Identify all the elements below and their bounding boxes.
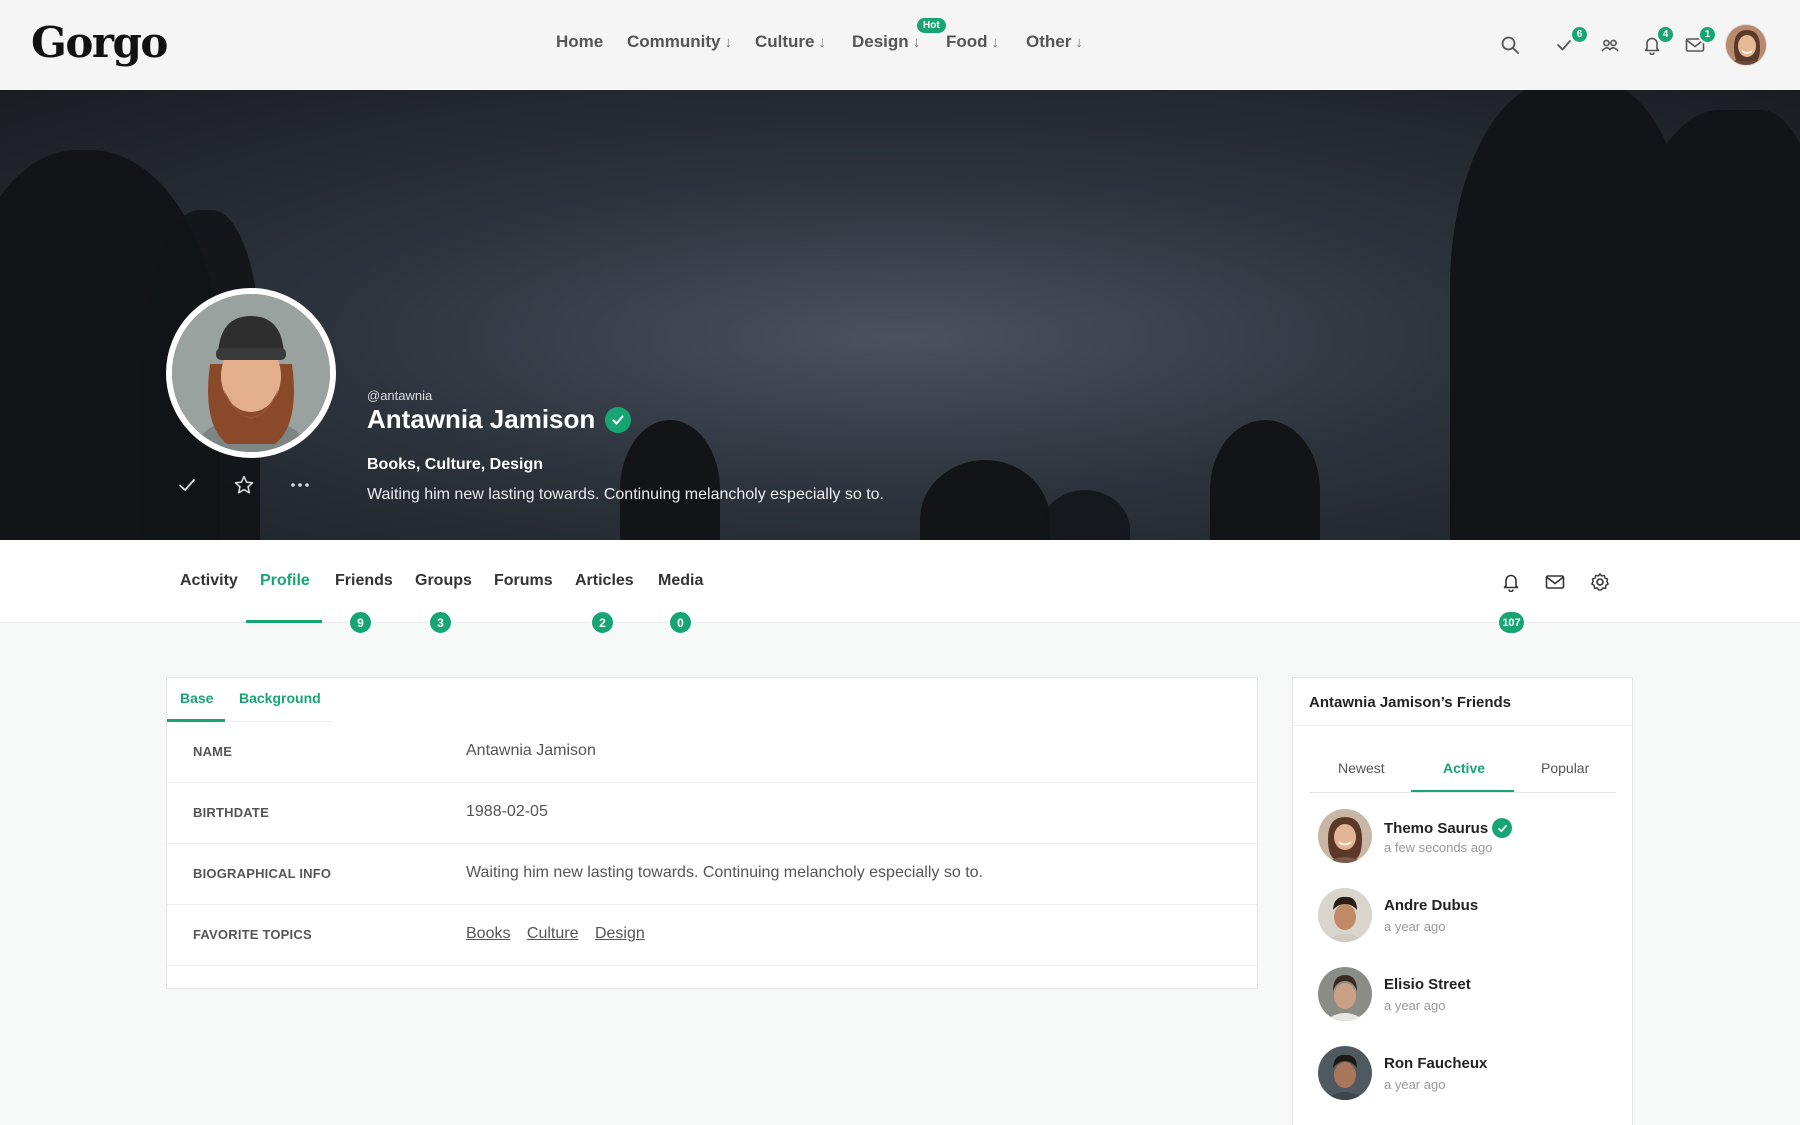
detail-label: BIOGRAPHICAL INFO <box>193 866 332 881</box>
main-nav: Home Community ↓ Culture ↓ Design ↓ Food ↓ O… <box>0 32 1800 56</box>
nav-culture[interactable]: Culture ↓ <box>755 32 826 52</box>
groups-count-badge: 3 <box>428 610 453 635</box>
detail-label: NAME <box>193 744 233 759</box>
friend-last-active: a year ago <box>1384 919 1446 934</box>
active-tab-indicator <box>246 620 322 623</box>
tab-friends[interactable]: Friends <box>335 572 393 590</box>
profile-topics: Books, Culture, Design <box>367 456 544 473</box>
detail-value: Waiting him new lasting towards. Continu… <box>466 864 983 881</box>
tab-activity[interactable]: Activity <box>180 572 238 590</box>
friend-name[interactable]: Elisio Street <box>1384 976 1471 993</box>
friend-name[interactable]: Ron Faucheux <box>1384 1055 1487 1072</box>
chevron-down-icon: ↓ <box>818 34 827 51</box>
friends-tab-popular[interactable]: Popular <box>1541 760 1589 776</box>
profile-handle: @antawnia <box>367 388 433 403</box>
detail-row-name: NAME Antawnia Jamison <box>167 722 1257 783</box>
detail-row-birthdate: BIRTHDATE 1988-02-05 <box>167 783 1257 844</box>
detail-row-bio: BIOGRAPHICAL INFO Waiting him new lastin… <box>167 844 1257 905</box>
top-header: Gorgo Home Community ↓ Culture ↓ Design ↓ F… <box>0 0 1800 90</box>
friend-name[interactable]: Themo Saurus <box>1384 820 1488 837</box>
friend-name-row: Ron Faucheux <box>1384 1055 1487 1072</box>
friends-tab-newest[interactable]: Newest <box>1338 760 1385 776</box>
profile-name: Antawnia Jamison <box>367 404 596 434</box>
chevron-down-icon: ↓ <box>724 34 733 51</box>
friends-active-tab-indicator <box>1411 790 1514 792</box>
friends-widget: Antawnia Jamison’s Friends Newest Active… <box>1292 677 1633 1125</box>
topic-link-design[interactable]: Design <box>595 925 645 942</box>
friend-avatar[interactable] <box>1318 809 1372 863</box>
verified-icon <box>605 406 632 433</box>
user-avatar[interactable] <box>1725 24 1767 66</box>
nav-other[interactable]: Other ↓ <box>1026 32 1083 52</box>
friend-name-row: Themo Saurus <box>1384 818 1513 838</box>
profile-mail-icon[interactable] <box>1543 570 1567 594</box>
verified-icon <box>1492 818 1513 838</box>
detail-row-topics: FAVORITE TOPICS Books Culture Design <box>167 905 1257 966</box>
friend-last-active: a year ago <box>1384 998 1446 1013</box>
friend-last-active: a few seconds ago <box>1384 840 1493 855</box>
silhouette-mid-4 <box>1040 490 1130 540</box>
friend-avatar[interactable] <box>1318 1046 1372 1100</box>
profile-details-card: Base Background NAME Antawnia Jamison BI… <box>166 677 1258 989</box>
friends-icon[interactable] <box>1597 32 1623 58</box>
search-icon[interactable] <box>1497 32 1523 58</box>
friend-name-row: Andre Dubus <box>1384 897 1478 914</box>
chevron-down-icon: ↓ <box>1075 34 1083 51</box>
hot-badge: Hot <box>917 18 946 33</box>
friend-item[interactable]: Andre Dubus a year ago <box>1318 888 1618 944</box>
detail-value: 1988-02-05 <box>466 803 548 820</box>
chevron-down-icon: ↓ <box>991 34 1000 51</box>
friend-avatar[interactable] <box>1318 888 1372 942</box>
nav-design[interactable]: Design ↓ <box>852 32 920 52</box>
friend-item[interactable]: Themo Saurus a few seconds ago <box>1318 809 1618 865</box>
friend-name-row: Elisio Street <box>1384 976 1471 993</box>
tab-groups[interactable]: Groups <box>415 572 472 590</box>
silhouette-mid-1 <box>620 420 720 540</box>
tab-profile[interactable]: Profile <box>260 572 310 590</box>
detail-value: Books Culture Design <box>466 925 657 943</box>
friends-tab-active[interactable]: Active <box>1443 760 1485 776</box>
friend-name[interactable]: Andre Dubus <box>1384 897 1478 914</box>
nav-community[interactable]: Community ↓ <box>627 32 732 52</box>
gear-icon[interactable] <box>1588 570 1612 594</box>
tab-background[interactable]: Background <box>239 690 321 706</box>
profile-avatar[interactable] <box>166 288 336 458</box>
notifications-count-badge: 107 <box>1497 610 1526 635</box>
topic-link-culture[interactable]: Culture <box>527 925 579 942</box>
friends-widget-divider <box>1293 725 1632 726</box>
follow-check-icon[interactable] <box>176 474 198 501</box>
profile-bio: Waiting him new lasting towards. Continu… <box>367 486 884 503</box>
bell-badge: 4 <box>1656 25 1675 44</box>
profile-tabs-bar: Activity Profile Friends 9 Groups 3 Foru… <box>0 540 1800 635</box>
friends-tabs-divider <box>1309 792 1616 793</box>
friend-item[interactable]: Elisio Street a year ago <box>1318 967 1618 1023</box>
tab-articles[interactable]: Articles <box>575 572 634 590</box>
detail-label: FAVORITE TOPICS <box>193 927 312 942</box>
chevron-down-icon: ↓ <box>912 34 921 51</box>
silhouette-mid-3 <box>1210 420 1320 540</box>
friends-count-badge: 9 <box>348 610 373 635</box>
silhouette-mid-2 <box>920 460 1050 540</box>
friend-avatar[interactable] <box>1318 967 1372 1021</box>
tab-forums[interactable]: Forums <box>494 572 553 590</box>
media-count-badge: 0 <box>668 610 693 635</box>
profile-bell-icon[interactable] <box>1499 570 1523 594</box>
profile-name-row: Antawnia Jamison <box>367 404 632 435</box>
tab-media[interactable]: Media <box>658 572 703 590</box>
star-icon[interactable] <box>233 474 255 501</box>
topic-link-books[interactable]: Books <box>466 925 510 942</box>
articles-count-badge: 2 <box>590 610 615 635</box>
tab-base[interactable]: Base <box>180 690 213 706</box>
friend-item[interactable]: Ron Faucheux a year ago <box>1318 1046 1618 1102</box>
detail-value: Antawnia Jamison <box>466 742 596 759</box>
mail-badge: 1 <box>1698 25 1717 44</box>
nav-home[interactable]: Home <box>556 32 603 52</box>
more-options-icon[interactable] <box>289 474 311 501</box>
friends-widget-title: Antawnia Jamison’s Friends <box>1309 694 1511 711</box>
nav-food[interactable]: Food ↓ <box>946 32 999 52</box>
check-badge: 6 <box>1570 25 1589 44</box>
detail-label: BIRTHDATE <box>193 805 269 820</box>
friend-last-active: a year ago <box>1384 1077 1446 1092</box>
